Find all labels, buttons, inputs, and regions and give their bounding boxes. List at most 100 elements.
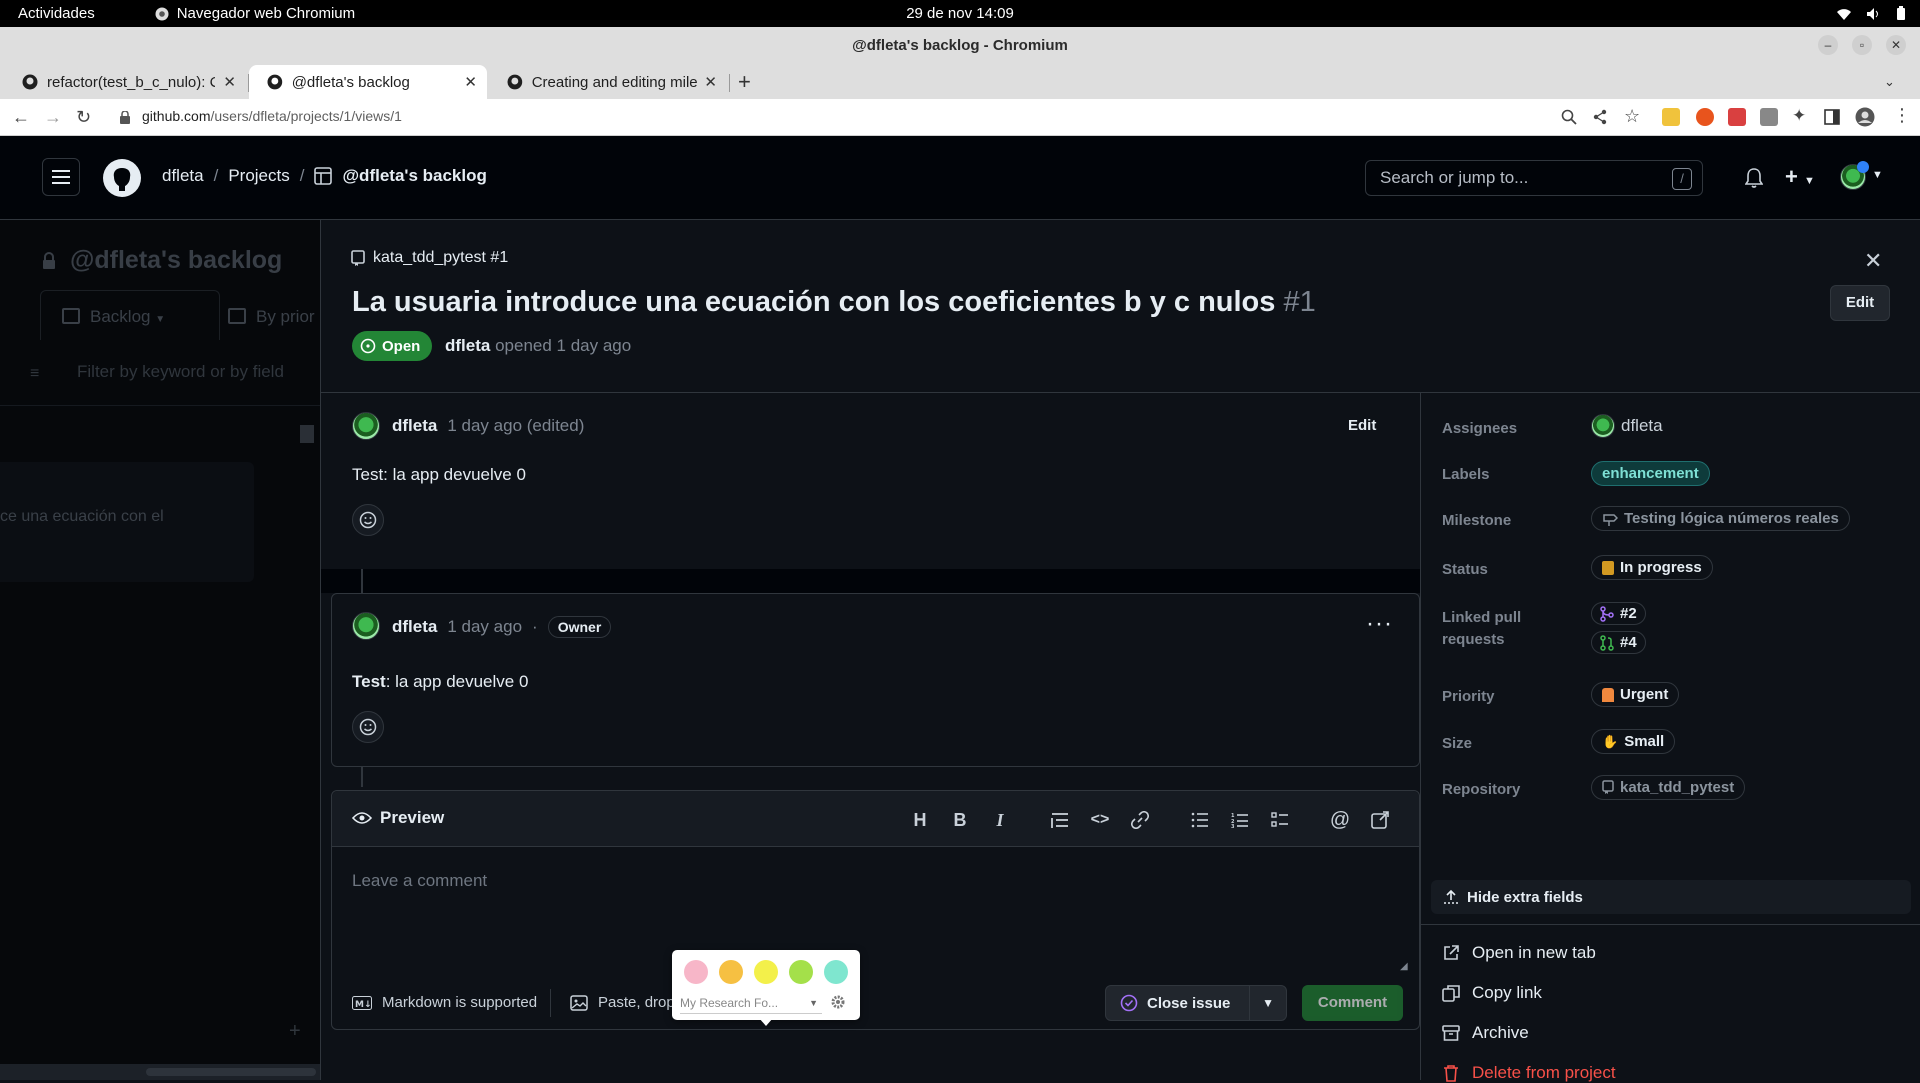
scrollbar[interactable] (300, 425, 314, 443)
breadcrumb-project[interactable]: @dfleta's backlog (342, 166, 486, 186)
extension-icon[interactable] (1728, 108, 1746, 126)
reload-button[interactable]: ↻ (76, 107, 91, 128)
search-input[interactable]: Search or jump to... / (1365, 160, 1703, 196)
quote-icon[interactable] (1048, 808, 1072, 832)
linked-pr[interactable]: #2 (1591, 602, 1646, 627)
tab-close-icon[interactable]: ✕ (464, 73, 477, 91)
color-swatch[interactable] (684, 960, 708, 984)
resize-handle[interactable]: ◢ (1400, 961, 1408, 972)
comment-author[interactable]: dfleta (392, 617, 437, 637)
view-tab-by-priority[interactable]: By prior (228, 307, 315, 327)
tab-search-chevron-icon[interactable]: ⌄ (1884, 74, 1895, 90)
color-swatch[interactable] (824, 960, 848, 984)
horizontal-scrollbar[interactable] (0, 1064, 320, 1080)
comment-time[interactable]: 1 day ago (447, 617, 522, 637)
system-tray[interactable] (1836, 6, 1906, 21)
copy-link-button[interactable]: Copy link (1442, 983, 1542, 1003)
size-value[interactable]: ✋ Small (1591, 729, 1676, 754)
avatar[interactable] (352, 612, 380, 640)
breadcrumb-user[interactable]: dfleta (162, 166, 204, 186)
profile-icon[interactable] (1855, 107, 1875, 127)
repository-badge[interactable]: kata_tdd_pytest (1591, 775, 1746, 800)
attach-files-note[interactable]: Paste, drop (570, 994, 675, 1011)
comment-button[interactable]: Comment (1302, 985, 1403, 1021)
minimize-button[interactable]: – (1818, 35, 1838, 55)
reference-icon[interactable] (1368, 808, 1392, 832)
add-reaction-button[interactable] (352, 504, 384, 536)
tab-close-icon[interactable]: ✕ (223, 73, 236, 91)
milestone-value[interactable]: Testing lógica números reales (1591, 506, 1850, 532)
github-logo-icon[interactable] (102, 158, 142, 198)
color-swatch[interactable] (789, 960, 813, 984)
code-icon[interactable]: <> (1088, 808, 1112, 832)
bold-icon[interactable]: B (948, 808, 972, 832)
tab-backlog[interactable]: @dfleta's backlog ✕ (249, 65, 487, 99)
assignee[interactable]: dfleta (1591, 414, 1663, 438)
linked-pr[interactable]: #4 (1591, 631, 1646, 656)
tab-refactor[interactable]: refactor(test_b_c_nulo): C ✕ (4, 65, 246, 99)
unordered-list-icon[interactable] (1188, 808, 1212, 832)
italic-icon[interactable]: I (988, 808, 1012, 832)
archive-button[interactable]: Archive (1442, 1023, 1529, 1043)
add-reaction-button[interactable] (352, 711, 384, 743)
status-value[interactable]: In progress (1591, 555, 1713, 580)
heading-icon[interactable]: H (908, 808, 932, 832)
url-field[interactable]: github.com/users/dfleta/projects/1/views… (142, 108, 402, 124)
pr-badge[interactable]: #4 (1591, 631, 1646, 654)
share-icon[interactable] (1592, 109, 1608, 125)
label-badge[interactable]: enhancement (1591, 461, 1710, 486)
extension-icon[interactable] (1760, 108, 1778, 126)
milestone-badge[interactable]: Testing lógica números reales (1591, 506, 1850, 531)
delete-from-project-button[interactable]: Delete from project (1442, 1063, 1616, 1083)
priority-badge[interactable]: Urgent (1591, 682, 1680, 707)
mention-icon[interactable]: @ (1328, 808, 1352, 832)
color-swatch[interactable] (754, 960, 778, 984)
repo-reference[interactable]: kata_tdd_pytest #1 (351, 249, 508, 267)
avatar[interactable] (352, 412, 380, 440)
maximize-button[interactable]: ▫ (1852, 35, 1872, 55)
create-new-button[interactable]: + ▼ (1785, 164, 1815, 190)
browser-menu-icon[interactable]: ⋮ (1893, 105, 1911, 126)
view-tab-backlog[interactable]: Backlog ▼ (62, 307, 165, 327)
bookmark-star-icon[interactable]: ☆ (1624, 106, 1640, 127)
status-badge[interactable]: In progress (1591, 555, 1713, 580)
extension-icon[interactable] (1696, 108, 1714, 126)
link-icon[interactable] (1128, 808, 1152, 832)
hide-extra-fields-button[interactable]: Hide extra fields (1431, 880, 1911, 914)
gear-icon[interactable] (830, 994, 846, 1010)
breadcrumb-projects[interactable]: Projects (228, 166, 289, 186)
extensions-puzzle-icon[interactable]: ✦ (1792, 106, 1806, 126)
priority-value[interactable]: Urgent (1591, 682, 1680, 707)
new-tab-button[interactable]: + (738, 69, 751, 95)
comment-options-icon[interactable]: ··· (1366, 610, 1393, 638)
close-window-button[interactable]: ✕ (1886, 35, 1906, 55)
forward-button[interactable]: → (44, 107, 62, 128)
pr-badge[interactable]: #2 (1591, 602, 1646, 625)
edit-title-button[interactable]: Edit (1830, 285, 1890, 321)
comment-time[interactable]: 1 day ago (edited) (447, 416, 584, 436)
global-nav-button[interactable] (42, 158, 80, 196)
edit-body-button[interactable]: Edit (1348, 417, 1376, 434)
issue-author[interactable]: dfleta (445, 336, 490, 355)
folder-select[interactable]: My Research Fo... ▼ (680, 996, 822, 1014)
notifications-bell-icon[interactable] (1745, 168, 1763, 188)
comment-author[interactable]: dfleta (392, 416, 437, 436)
color-swatch[interactable] (719, 960, 743, 984)
ordered-list-icon[interactable]: 123 (1228, 808, 1252, 832)
activities-button[interactable]: Actividades (18, 5, 95, 22)
size-badge[interactable]: ✋ Small (1591, 729, 1676, 754)
zoom-icon[interactable] (1561, 109, 1577, 125)
side-panel-icon[interactable] (1824, 109, 1840, 125)
close-panel-icon[interactable]: ✕ (1864, 248, 1882, 274)
app-menu[interactable]: Navegador web Chromium (155, 5, 355, 22)
back-button[interactable]: ← (12, 107, 30, 128)
close-options-chevron-icon[interactable]: ▼ (1250, 996, 1286, 1010)
add-item-icon[interactable]: + (289, 1020, 301, 1043)
tab-preview[interactable]: Preview (352, 808, 444, 828)
task-list-icon[interactable] (1268, 808, 1292, 832)
markdown-note[interactable]: M↓ Markdown is supported (352, 994, 537, 1011)
tab-close-icon[interactable]: ✕ (704, 73, 717, 91)
filter-input[interactable]: Filter by keyword or by field (77, 362, 284, 382)
repository-value[interactable]: kata_tdd_pytest (1591, 775, 1746, 800)
tab-milestones[interactable]: Creating and editing mile ✕ (489, 65, 727, 99)
